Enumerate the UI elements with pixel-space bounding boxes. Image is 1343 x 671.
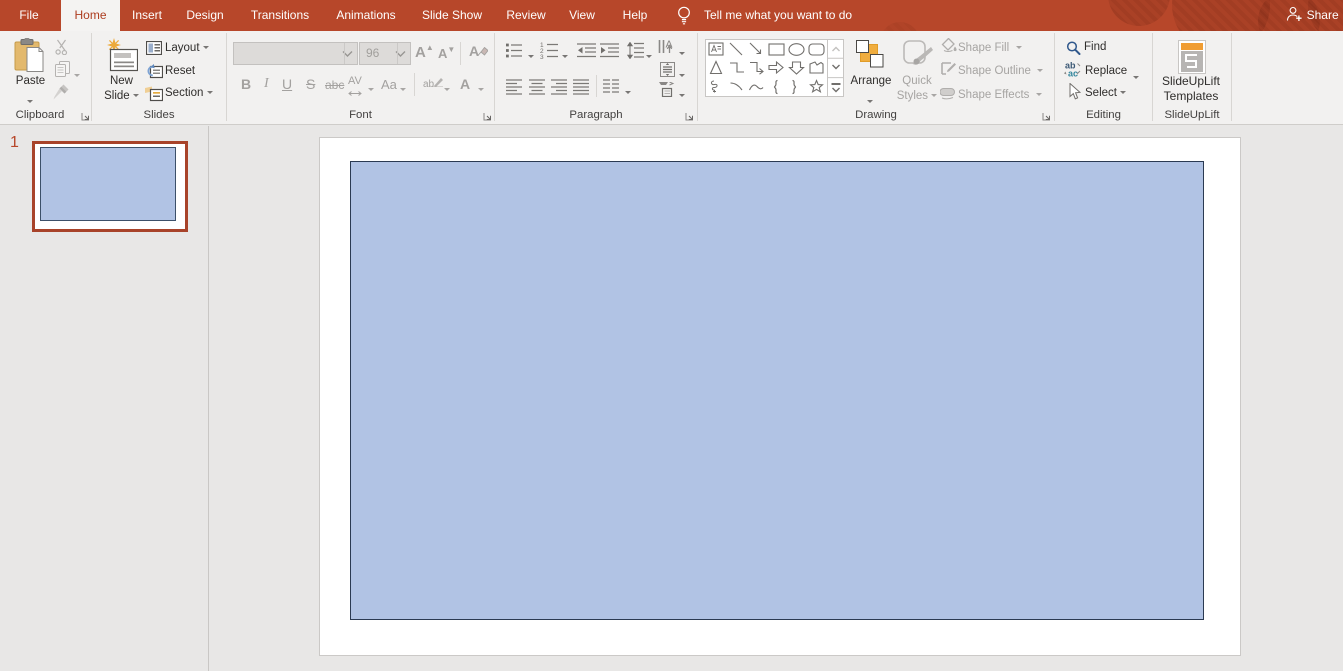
svg-text:3: 3 bbox=[540, 54, 544, 59]
svg-text:ac: ac bbox=[1068, 69, 1078, 78]
